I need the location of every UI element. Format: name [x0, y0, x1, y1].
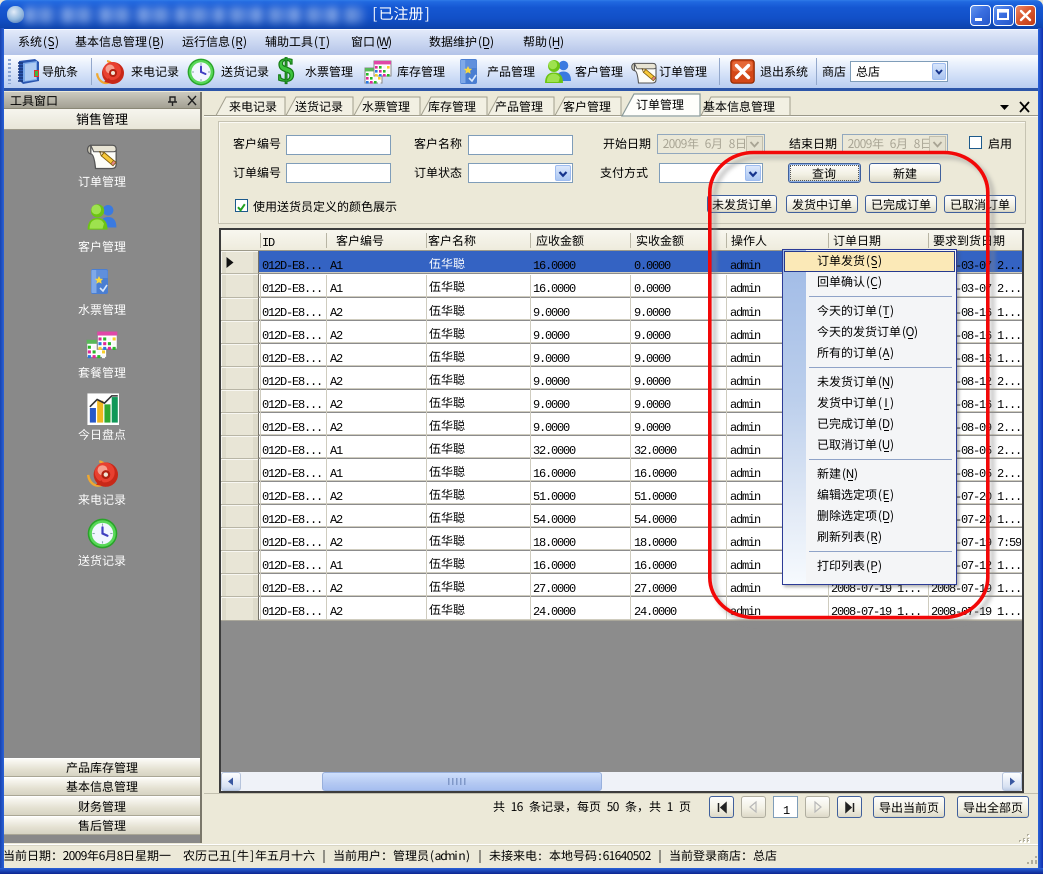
svg-text:$: $ — [278, 57, 295, 86]
